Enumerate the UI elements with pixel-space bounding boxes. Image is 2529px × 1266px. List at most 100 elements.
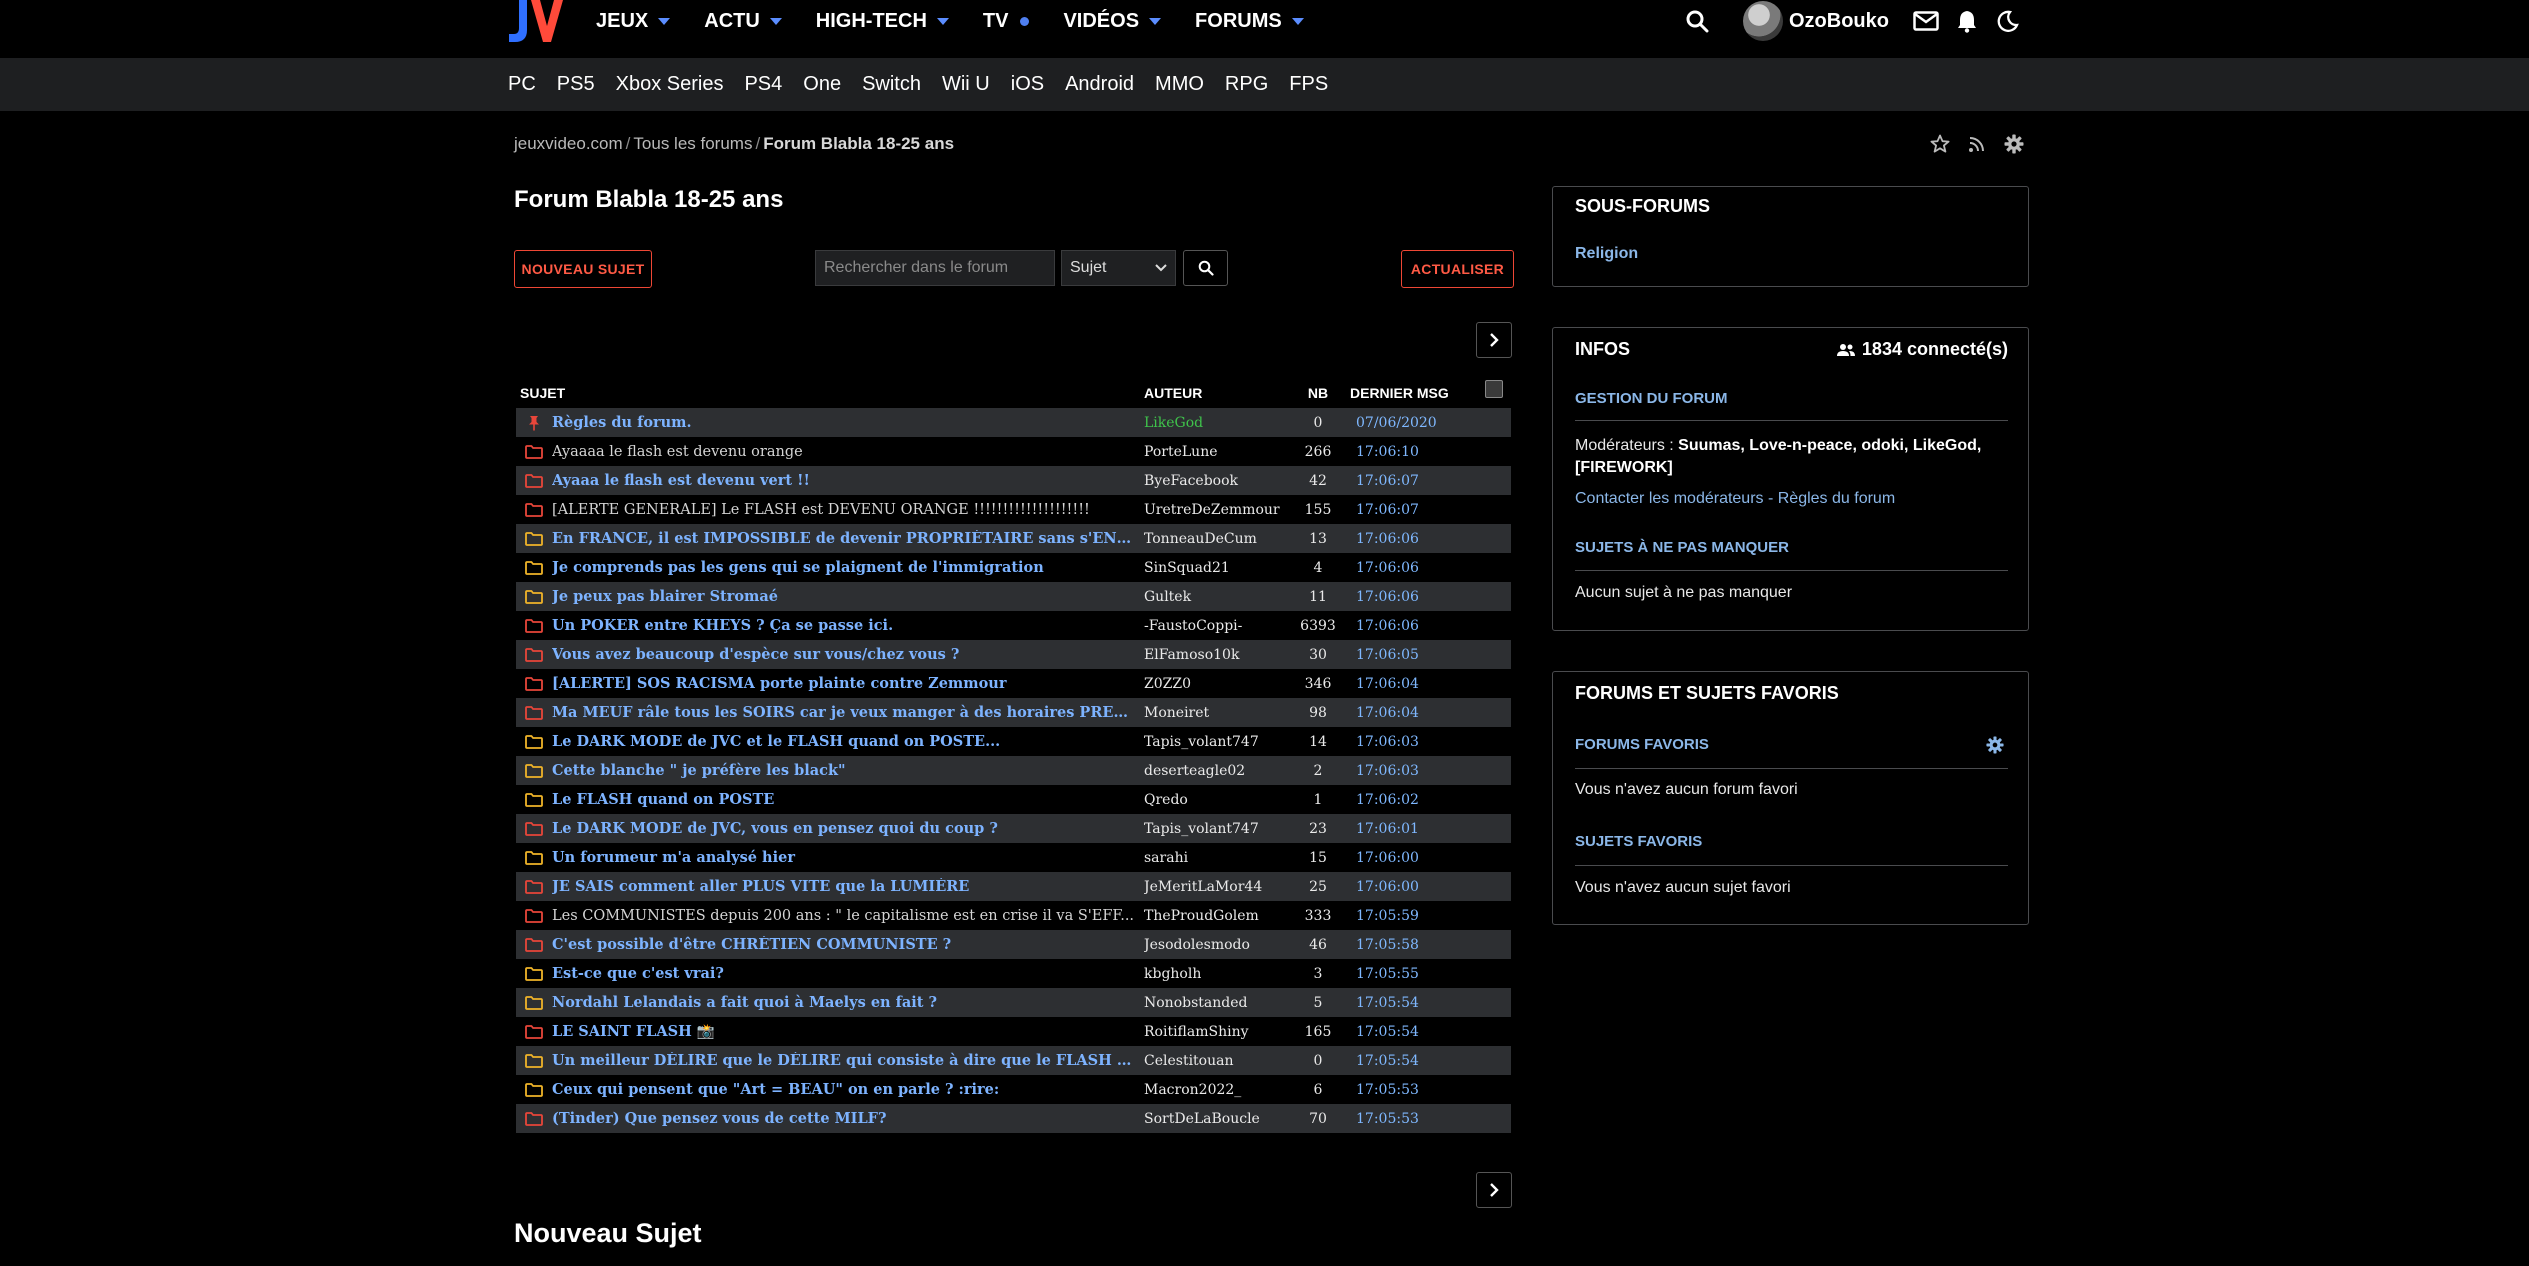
topic-last-message-link[interactable]: 07/06/2020 (1342, 415, 1492, 431)
platform-link-wii-u[interactable]: Wii U (942, 73, 990, 96)
topic-author[interactable]: TonneauDeCum (1144, 531, 1294, 547)
topic-title-link[interactable]: Ma MEUF râle tous les SOIRS car je veux … (552, 704, 1144, 721)
topic-author[interactable]: SortDeLaBoucle (1144, 1111, 1294, 1127)
topic-author[interactable]: JeMeritLaMor44 (1144, 879, 1294, 895)
mail-icon[interactable] (1913, 11, 1939, 31)
topic-last-message-link[interactable]: 17:06:03 (1342, 763, 1492, 779)
topic-title-link[interactable]: Le FLASH quand on POSTE (552, 791, 1144, 808)
topic-last-message-link[interactable]: 17:05:54 (1342, 995, 1492, 1011)
platform-link-xbox-series[interactable]: Xbox Series (616, 73, 724, 96)
table-row[interactable]: (Tinder) Que pensez vous de cette MILF? S… (516, 1104, 1511, 1133)
topic-author[interactable]: Macron2022_ (1144, 1082, 1294, 1098)
platform-link-mmo[interactable]: MMO (1155, 73, 1204, 96)
platform-link-ps5[interactable]: PS5 (557, 73, 595, 96)
topic-last-message-link[interactable]: 17:06:06 (1342, 589, 1492, 605)
platform-link-ps4[interactable]: PS4 (744, 73, 782, 96)
select-all-checkbox[interactable] (1485, 380, 1503, 398)
jv-logo[interactable] (505, 0, 565, 44)
new-topic-button[interactable]: NOUVEAU SUJET (514, 250, 652, 288)
topic-author[interactable]: deserteagle02 (1144, 763, 1294, 779)
topic-title-link[interactable]: Un meilleur DÉLIRE que le DÉLIRE qui con… (552, 1052, 1144, 1069)
moderators-names[interactable]: Suumas, Love-n-peace, odoki, LikeGod, (1678, 437, 1981, 454)
topic-last-message-link[interactable]: 17:06:02 (1342, 792, 1492, 808)
nav-item-forums[interactable]: FORUMS (1195, 10, 1304, 33)
table-row[interactable]: Les COMMUNISTES depuis 200 ans : " le ca… (516, 901, 1511, 930)
topic-author[interactable]: UretreDeZemmour (1144, 502, 1294, 518)
topic-title-link[interactable]: Un POKER entre KHEYS ? Ça se passe ici. (552, 617, 1144, 634)
breadcrumb-all-forums[interactable]: Tous les forums (633, 134, 752, 154)
topic-author[interactable]: TheProudGolem (1144, 908, 1294, 924)
nav-item-actu[interactable]: ACTU (704, 10, 782, 33)
platform-link-rpg[interactable]: RPG (1225, 73, 1268, 96)
topic-last-message-link[interactable]: 17:06:10 (1342, 444, 1492, 460)
table-row[interactable]: Je peux pas blairer Stromaé Gultek 11 17:06… (516, 582, 1511, 611)
topic-last-message-link[interactable]: 17:06:00 (1342, 879, 1492, 895)
next-page-button-top[interactable] (1476, 322, 1512, 358)
moderators-names-2[interactable]: [FIREWORK] (1575, 459, 1673, 476)
avatar[interactable] (1743, 1, 1783, 41)
table-row[interactable]: JE SAIS comment aller PLUS VITE que la L… (516, 872, 1511, 901)
search-scope-select[interactable]: Sujet (1061, 250, 1176, 286)
topic-last-message-link[interactable]: 17:05:54 (1342, 1053, 1492, 1069)
topic-title-link[interactable]: Vous avez beaucoup d'espèce sur vous/che… (552, 646, 1144, 663)
table-row[interactable]: Cette blanche " je préfère les black" des… (516, 756, 1511, 785)
topic-last-message-link[interactable]: 17:05:53 (1342, 1082, 1492, 1098)
topic-author[interactable]: RoitiflamShiny (1144, 1024, 1294, 1040)
platform-link-pc[interactable]: PC (508, 73, 536, 96)
topic-author[interactable]: Gultek (1144, 589, 1294, 605)
topic-last-message-link[interactable]: 17:06:00 (1342, 850, 1492, 866)
topic-last-message-link[interactable]: 17:06:06 (1342, 560, 1492, 576)
topic-last-message-link[interactable]: 17:06:07 (1342, 473, 1492, 489)
table-row[interactable]: [ALERTE] SOS RACISMA porte plainte contr… (516, 669, 1511, 698)
topic-author[interactable]: Tapis_volant747 (1144, 821, 1294, 837)
topic-last-message-link[interactable]: 17:05:59 (1342, 908, 1492, 924)
table-row[interactable]: LE SAINT FLASH 📸 RoitiflamShiny 165 17:05:5… (516, 1017, 1511, 1046)
topic-author[interactable]: Nonobstanded (1144, 995, 1294, 1011)
topic-title-link[interactable]: (Tinder) Que pensez vous de cette MILF? (552, 1110, 1144, 1127)
table-row[interactable]: Le FLASH quand on POSTE Qredo 1 17:06:02 (516, 785, 1511, 814)
table-row[interactable]: [ALERTE GENERALE] Le FLASH est DEVENU OR… (516, 495, 1511, 524)
topic-author[interactable]: -FaustoCoppi- (1144, 618, 1294, 634)
gear-icon[interactable] (1986, 736, 2004, 759)
table-row[interactable]: Ma MEUF râle tous les SOIRS car je veux … (516, 698, 1511, 727)
platform-link-fps[interactable]: FPS (1289, 73, 1328, 96)
topic-last-message-link[interactable]: 17:06:04 (1342, 676, 1492, 692)
topic-author[interactable]: SinSquad21 (1144, 560, 1294, 576)
bell-icon[interactable] (1957, 9, 1977, 33)
table-row[interactable]: En FRANCE, il est IMPOSSIBLE de devenir … (516, 524, 1511, 553)
topic-title-link[interactable]: JE SAIS comment aller PLUS VITE que la L… (552, 878, 1144, 895)
topic-title-link[interactable]: Ayaaa le flash est devenu vert !! (552, 472, 1144, 489)
topic-last-message-link[interactable]: 17:06:04 (1342, 705, 1492, 721)
contact-moderators-link[interactable]: Contacter les modérateurs - Règles du fo… (1575, 490, 1895, 508)
topic-title-link[interactable]: Nordahl Lelandais a fait quoi à Maelys e… (552, 994, 1144, 1011)
topic-last-message-link[interactable]: 17:06:05 (1342, 647, 1492, 663)
topic-title-link[interactable]: Le DARK MODE de JVC et le FLASH quand on… (552, 733, 1144, 750)
table-row[interactable]: Le DARK MODE de JVC et le FLASH quand on… (516, 727, 1511, 756)
topic-last-message-link[interactable]: 17:05:58 (1342, 937, 1492, 953)
topic-title-link[interactable]: Ceux qui pensent que "Art = BEAU" on en … (552, 1081, 1144, 1098)
topic-title-link[interactable]: Cette blanche " je préfère les black" (552, 762, 1144, 779)
topic-last-message-link[interactable]: 17:06:06 (1342, 531, 1492, 547)
rss-icon[interactable] (1968, 135, 1986, 158)
nav-item-jeux[interactable]: JEUX (596, 10, 671, 33)
table-row[interactable]: Vous avez beaucoup d'espèce sur vous/che… (516, 640, 1511, 669)
topic-author[interactable]: kbgholh (1144, 966, 1294, 982)
dark-mode-moon-icon[interactable] (1997, 10, 2019, 32)
table-row[interactable]: Le DARK MODE de JVC, vous en pensez quoi… (516, 814, 1511, 843)
subforum-link-religion[interactable]: Religion (1575, 245, 1638, 263)
platform-link-android[interactable]: Android (1065, 73, 1134, 96)
topic-last-message-link[interactable]: 17:05:55 (1342, 966, 1492, 982)
topic-last-message-link[interactable]: 17:06:07 (1342, 502, 1492, 518)
next-page-button-bottom[interactable] (1476, 1172, 1512, 1208)
topic-last-message-link[interactable]: 17:06:03 (1342, 734, 1492, 750)
topic-title-link[interactable]: Un forumeur m'a analysé hier (552, 849, 1144, 866)
topic-author[interactable]: Celestitouan (1144, 1053, 1294, 1069)
topic-author[interactable]: Qredo (1144, 792, 1294, 808)
search-submit-button[interactable] (1183, 250, 1228, 286)
topic-last-message-link[interactable]: 17:05:53 (1342, 1111, 1492, 1127)
table-row[interactable]: Un POKER entre KHEYS ? Ça se passe ici. -… (516, 611, 1511, 640)
table-row[interactable]: Ceux qui pensent que "Art = BEAU" on en … (516, 1075, 1511, 1104)
topic-author[interactable]: Tapis_volant747 (1144, 734, 1294, 750)
topic-title-link[interactable]: Est-ce que c'est vrai? (552, 965, 1144, 982)
table-row[interactable]: Un meilleur DÉLIRE que le DÉLIRE qui con… (516, 1046, 1511, 1075)
